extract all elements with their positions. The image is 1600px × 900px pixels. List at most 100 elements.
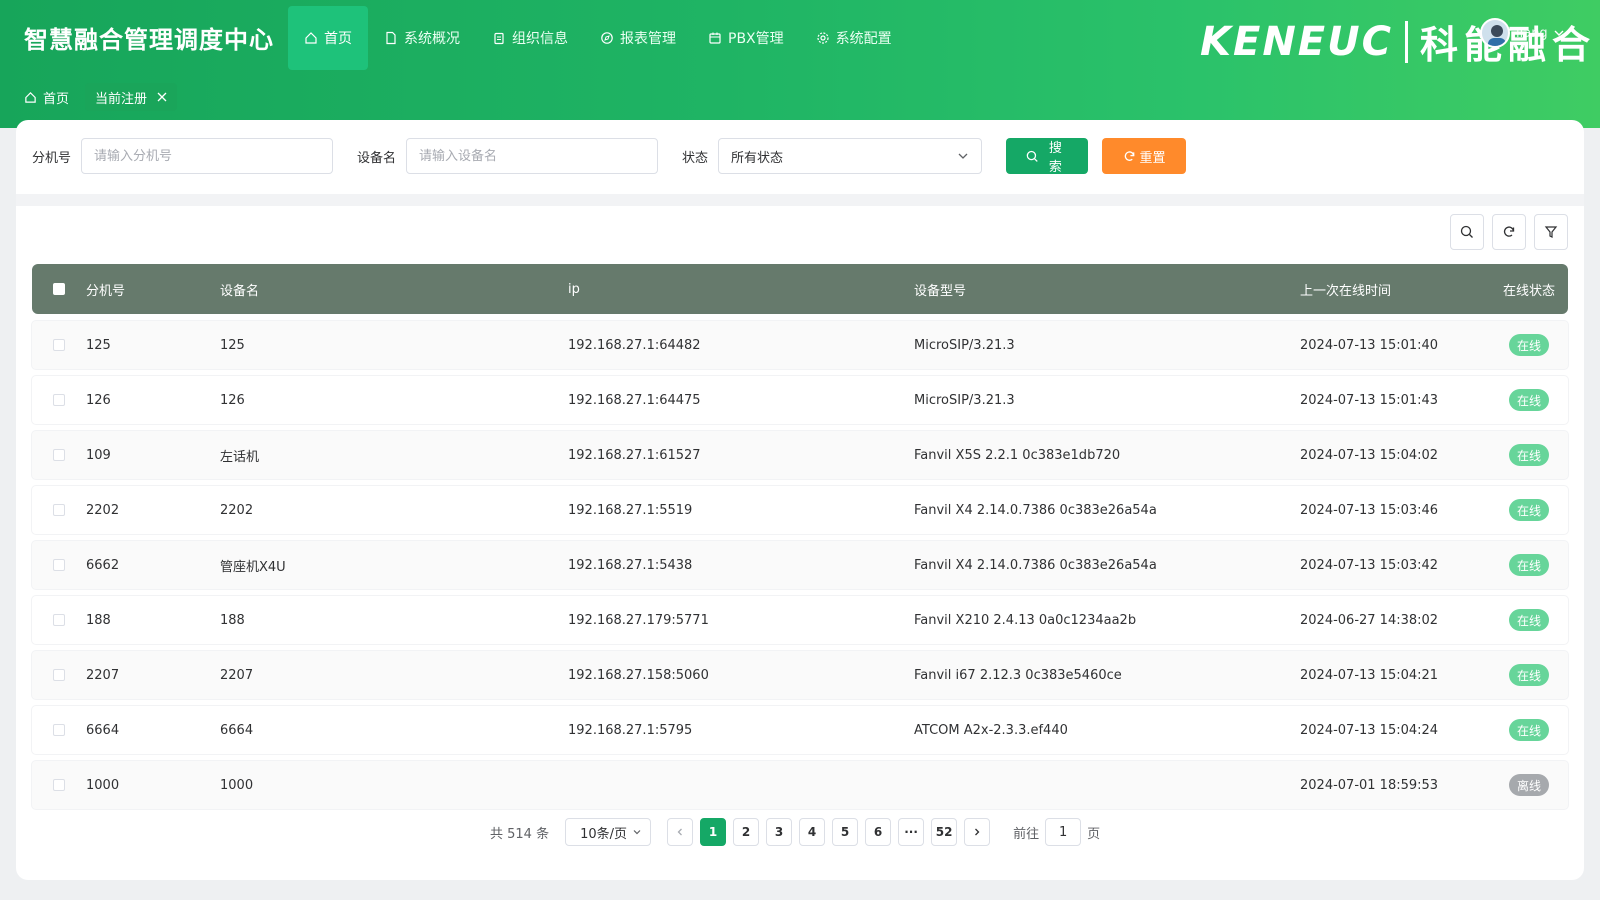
col-header-ip[interactable]: ip <box>568 282 914 297</box>
page-button[interactable]: 2 <box>733 818 760 846</box>
cell-time: 2024-07-13 15:01:43 <box>1300 392 1439 408</box>
cell-dev: 2207 <box>220 667 254 683</box>
cell-time: 2024-06-27 14:38:02 <box>1300 612 1439 628</box>
cell-time: 2024-07-13 15:03:42 <box>1300 557 1439 573</box>
cell-model: MicroSIP/3.21.3 <box>914 337 1015 353</box>
row-checkbox[interactable] <box>53 394 65 406</box>
nav-item-2[interactable]: 组织信息 <box>476 6 584 70</box>
table-row[interactable]: 126 126 192.168.27.1:64475 MicroSIP/3.21.3 2… <box>32 376 1568 424</box>
cell-ip: 192.168.27.1:64475 <box>568 392 701 408</box>
row-checkbox[interactable] <box>53 449 65 461</box>
nav-item-label: 系统配置 <box>835 31 892 47</box>
cell-ip: 192.168.27.1:61527 <box>568 447 701 463</box>
toolbar-search-button[interactable] <box>1450 214 1484 250</box>
search-button[interactable]: 搜索 <box>1006 138 1089 174</box>
page-list: 1 2 3 4 5 6 ··· 52 <box>700 818 964 846</box>
status-badge: 在线 <box>1508 664 1549 686</box>
nav-item-5[interactable]: 系统配置 <box>800 6 908 70</box>
next-page-button[interactable] <box>964 818 991 846</box>
cell-dev: 188 <box>220 612 245 628</box>
table-body: 125 125 192.168.27.1:64482 MicroSIP/3.21.3 2… <box>32 321 1568 809</box>
chevron-down-icon[interactable] <box>1552 26 1566 40</box>
tab-current-registration[interactable]: 当前注册 <box>85 83 178 111</box>
cell-ext: 2207 <box>86 667 120 683</box>
avatar[interactable] <box>1480 18 1510 48</box>
user-name[interactable]: liang <box>1516 26 1548 41</box>
col-header-model[interactable]: 设备型号 <box>914 280 1300 299</box>
table-row[interactable]: 125 125 192.168.27.1:64482 MicroSIP/3.21.3 2… <box>32 321 1568 369</box>
table-row[interactable]: 1000 1000 2024-07-01 18:59:53 离线 <box>32 761 1568 809</box>
nav-item-1[interactable]: 系统概况 <box>368 6 476 70</box>
cell-ext: 6664 <box>86 722 120 738</box>
col-header-dev[interactable]: 设备名 <box>220 280 568 299</box>
col-header-ext[interactable]: 分机号 <box>86 280 220 299</box>
page-button[interactable]: 6 <box>865 818 892 846</box>
ext-filter: 分机号 <box>32 138 334 174</box>
cell-dev: 管座机X4U <box>220 559 286 575</box>
home-icon <box>25 91 36 103</box>
table-row[interactable]: 109 左话机 192.168.27.1:61527 Fanvil X5S 2.2.1… <box>32 431 1568 479</box>
page-size-select[interactable]: 10条/页 <box>565 818 652 846</box>
cell-ip: 192.168.27.158:5060 <box>568 667 709 683</box>
table-row[interactable]: 6664 6664 192.168.27.1:5795 ATCOM A2x-2.3.3… <box>32 706 1568 754</box>
goto-page-input[interactable]: 1 <box>1045 818 1082 846</box>
chevron-right-icon <box>975 828 980 836</box>
cell-model: Fanvil i67 2.12.3 0c383e5460ce <box>914 667 1122 683</box>
user-menu[interactable]: liang <box>1480 18 1566 48</box>
status-badge: 在线 <box>1508 719 1549 741</box>
nav-item-0[interactable]: 首页 <box>288 6 368 70</box>
row-checkbox[interactable] <box>53 779 65 791</box>
status-select[interactable]: 所有状态 <box>718 138 983 174</box>
nav-item-label: 组织信息 <box>512 31 568 47</box>
row-checkbox[interactable] <box>53 724 65 736</box>
table-row[interactable]: 2207 2207 192.168.27.158:5060 Fanvil i67 2.… <box>32 651 1568 699</box>
cell-ip: 192.168.27.1:5438 <box>568 557 693 573</box>
page-size-value: 10条/页 <box>580 826 628 842</box>
col-header-status[interactable]: 在线状态 <box>1490 280 1568 299</box>
pagination: 共 514 条 10条/页 1 2 3 4 5 6 ··· 52 前往 1 页 <box>490 818 1100 846</box>
page-button[interactable]: 3 <box>766 818 793 846</box>
document-icon <box>386 31 396 45</box>
cell-ext: 126 <box>86 392 111 408</box>
close-icon[interactable] <box>157 92 167 102</box>
page-button[interactable]: 1 <box>700 818 727 846</box>
tab-home[interactable]: 首页 <box>24 88 69 107</box>
row-checkbox[interactable] <box>53 504 65 516</box>
nav-item-3[interactable]: 报表管理 <box>584 6 692 70</box>
cell-ip: 192.168.27.1:5519 <box>568 502 693 518</box>
page-button[interactable]: 4 <box>799 818 826 846</box>
filter-bar: 分机号 设备名 状态 所有状态 搜索 重置 <box>32 138 1200 174</box>
dev-input[interactable] <box>406 138 659 174</box>
cell-time: 2024-07-13 15:04:24 <box>1300 722 1439 738</box>
row-checkbox[interactable] <box>53 669 65 681</box>
table-row[interactable]: 2202 2202 192.168.27.1:5519 Fanvil X4 2.14.… <box>32 486 1568 534</box>
ext-input[interactable] <box>81 138 334 174</box>
page-ellipsis-button[interactable]: ··· <box>898 818 925 846</box>
status-badge: 在线 <box>1508 389 1549 411</box>
row-checkbox[interactable] <box>53 614 65 626</box>
cell-time: 2024-07-01 18:59:53 <box>1300 777 1439 793</box>
row-checkbox[interactable] <box>53 339 65 351</box>
col-header-time[interactable]: 上一次在线时间 <box>1300 280 1490 299</box>
prev-page-button[interactable] <box>667 818 694 846</box>
select-all-checkbox[interactable] <box>53 283 65 295</box>
chevron-down-icon <box>958 153 968 159</box>
tabs-bar: 首页 当前注册 <box>0 82 178 112</box>
nav-item-4[interactable]: PBX管理 <box>692 6 800 70</box>
reset-button[interactable]: 重置 <box>1102 138 1187 174</box>
table-row[interactable]: 188 188 192.168.27.179:5771 Fanvil X210 2.4… <box>32 596 1568 644</box>
cell-model: Fanvil X210 2.4.13 0a0c1234aa2b <box>914 612 1137 628</box>
app-title: 智慧融合管理调度中心 <box>24 26 274 54</box>
search-icon <box>1026 150 1038 162</box>
row-checkbox[interactable] <box>53 559 65 571</box>
table-header: 分机号 设备名 ip 设备型号 上一次在线时间 在线状态 <box>32 264 1568 314</box>
search-icon <box>1460 225 1473 238</box>
page-button[interactable]: 52 <box>931 818 958 846</box>
page-button[interactable]: 5 <box>832 818 859 846</box>
toolbar-refresh-button[interactable] <box>1492 214 1526 250</box>
status-label: 状态 <box>682 150 709 166</box>
cell-model: MicroSIP/3.21.3 <box>914 392 1015 408</box>
toolbar-filter-button[interactable] <box>1534 214 1568 250</box>
table-row[interactable]: 6662 管座机X4U 192.168.27.1:5438 Fanvil X4 2.1… <box>32 541 1568 589</box>
chevron-left-icon <box>677 828 683 836</box>
